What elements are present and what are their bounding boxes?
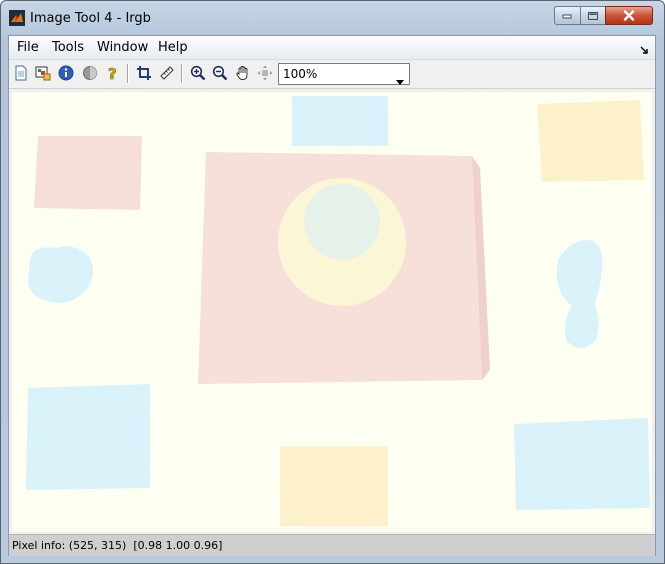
pixel-info: Pixel info: (525, 315) [0.98 1.00 0.96] xyxy=(12,539,223,552)
adjust-contrast-button[interactable] xyxy=(80,63,100,83)
overview-icon xyxy=(257,65,273,81)
maximize-button[interactable] xyxy=(580,6,606,25)
menu-help[interactable]: Help xyxy=(158,40,188,55)
crop-icon xyxy=(137,66,151,80)
title-bar[interactable]: Image Tool 4 - Irgb xyxy=(1,1,664,35)
app-window: Image Tool 4 - Irgb File Tools Window He… xyxy=(0,0,665,564)
client-area: File Tools Window Help ? 100% Pixel info… xyxy=(8,35,656,556)
dock-arrow-icon[interactable] xyxy=(640,42,649,60)
image-info-button[interactable] xyxy=(56,63,76,83)
status-bar: Pixel info: (525, 315) [0.98 1.00 0.96] xyxy=(9,534,655,556)
zoom-level-value: 100% xyxy=(283,67,318,81)
image-display[interactable] xyxy=(12,92,652,532)
toolbar-separator xyxy=(181,64,183,83)
zoom-out-icon xyxy=(212,65,228,81)
new-figure-icon xyxy=(15,65,27,81)
pan-button[interactable] xyxy=(233,63,253,83)
zoom-level-select[interactable]: 100% xyxy=(278,63,410,85)
close-icon xyxy=(623,10,635,21)
menu-tools[interactable]: Tools xyxy=(52,40,84,55)
svg-text:?: ? xyxy=(108,65,117,81)
zoom-in-icon xyxy=(190,65,206,81)
menu-bar: File Tools Window Help xyxy=(9,36,655,60)
menu-window[interactable]: Window xyxy=(97,40,148,55)
pan-hand-icon xyxy=(236,66,248,81)
maximize-icon xyxy=(588,11,598,20)
menu-file[interactable]: File xyxy=(17,40,39,55)
image-viewport[interactable] xyxy=(12,92,652,532)
crop-button[interactable] xyxy=(134,63,154,83)
zoom-out-button[interactable] xyxy=(210,63,230,83)
new-figure-button[interactable] xyxy=(11,63,31,83)
minimize-button[interactable] xyxy=(554,6,581,25)
minimize-icon xyxy=(562,14,572,18)
toolbar: ? 100% xyxy=(9,60,655,89)
toolbar-separator xyxy=(127,64,129,83)
matlab-icon xyxy=(9,10,25,26)
window-title: Image Tool 4 - Irgb xyxy=(30,11,151,26)
adjust-contrast-icon xyxy=(83,66,97,80)
export-image-button[interactable] xyxy=(33,63,53,83)
help-icon: ? xyxy=(108,65,117,81)
help-button[interactable]: ? xyxy=(103,63,123,83)
measure-distance-icon xyxy=(160,66,174,80)
close-button[interactable] xyxy=(605,6,653,25)
zoom-in-button[interactable] xyxy=(188,63,208,83)
export-image-icon xyxy=(35,66,51,81)
chevron-down-icon xyxy=(396,72,404,90)
image-noise-overlay xyxy=(12,92,652,532)
measure-distance-button[interactable] xyxy=(157,63,177,83)
image-info-icon xyxy=(58,65,74,81)
overview-button[interactable] xyxy=(255,63,275,83)
